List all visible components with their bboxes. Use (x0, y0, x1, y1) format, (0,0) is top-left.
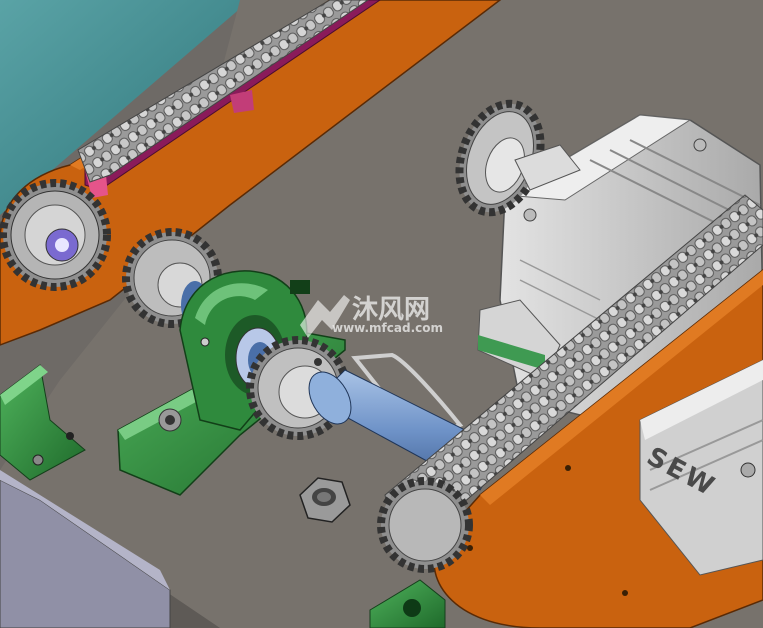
frame-mount-hole (565, 465, 571, 471)
drive-sprocket-lower (377, 477, 473, 573)
cad-render-canvas: SEW 沐风网 www.mfcad.com (0, 0, 763, 628)
idler-sprocket-left (0, 179, 111, 291)
conveyor-drive-assembly: SEW 沐风网 www.mfcad.com (0, 0, 763, 628)
frame-mount-hole (622, 590, 628, 596)
watermark-url: www.mfcad.com (332, 321, 443, 335)
set-screw (314, 358, 322, 366)
grease-nipple (200, 337, 210, 347)
frame-mount-hole (467, 545, 473, 551)
